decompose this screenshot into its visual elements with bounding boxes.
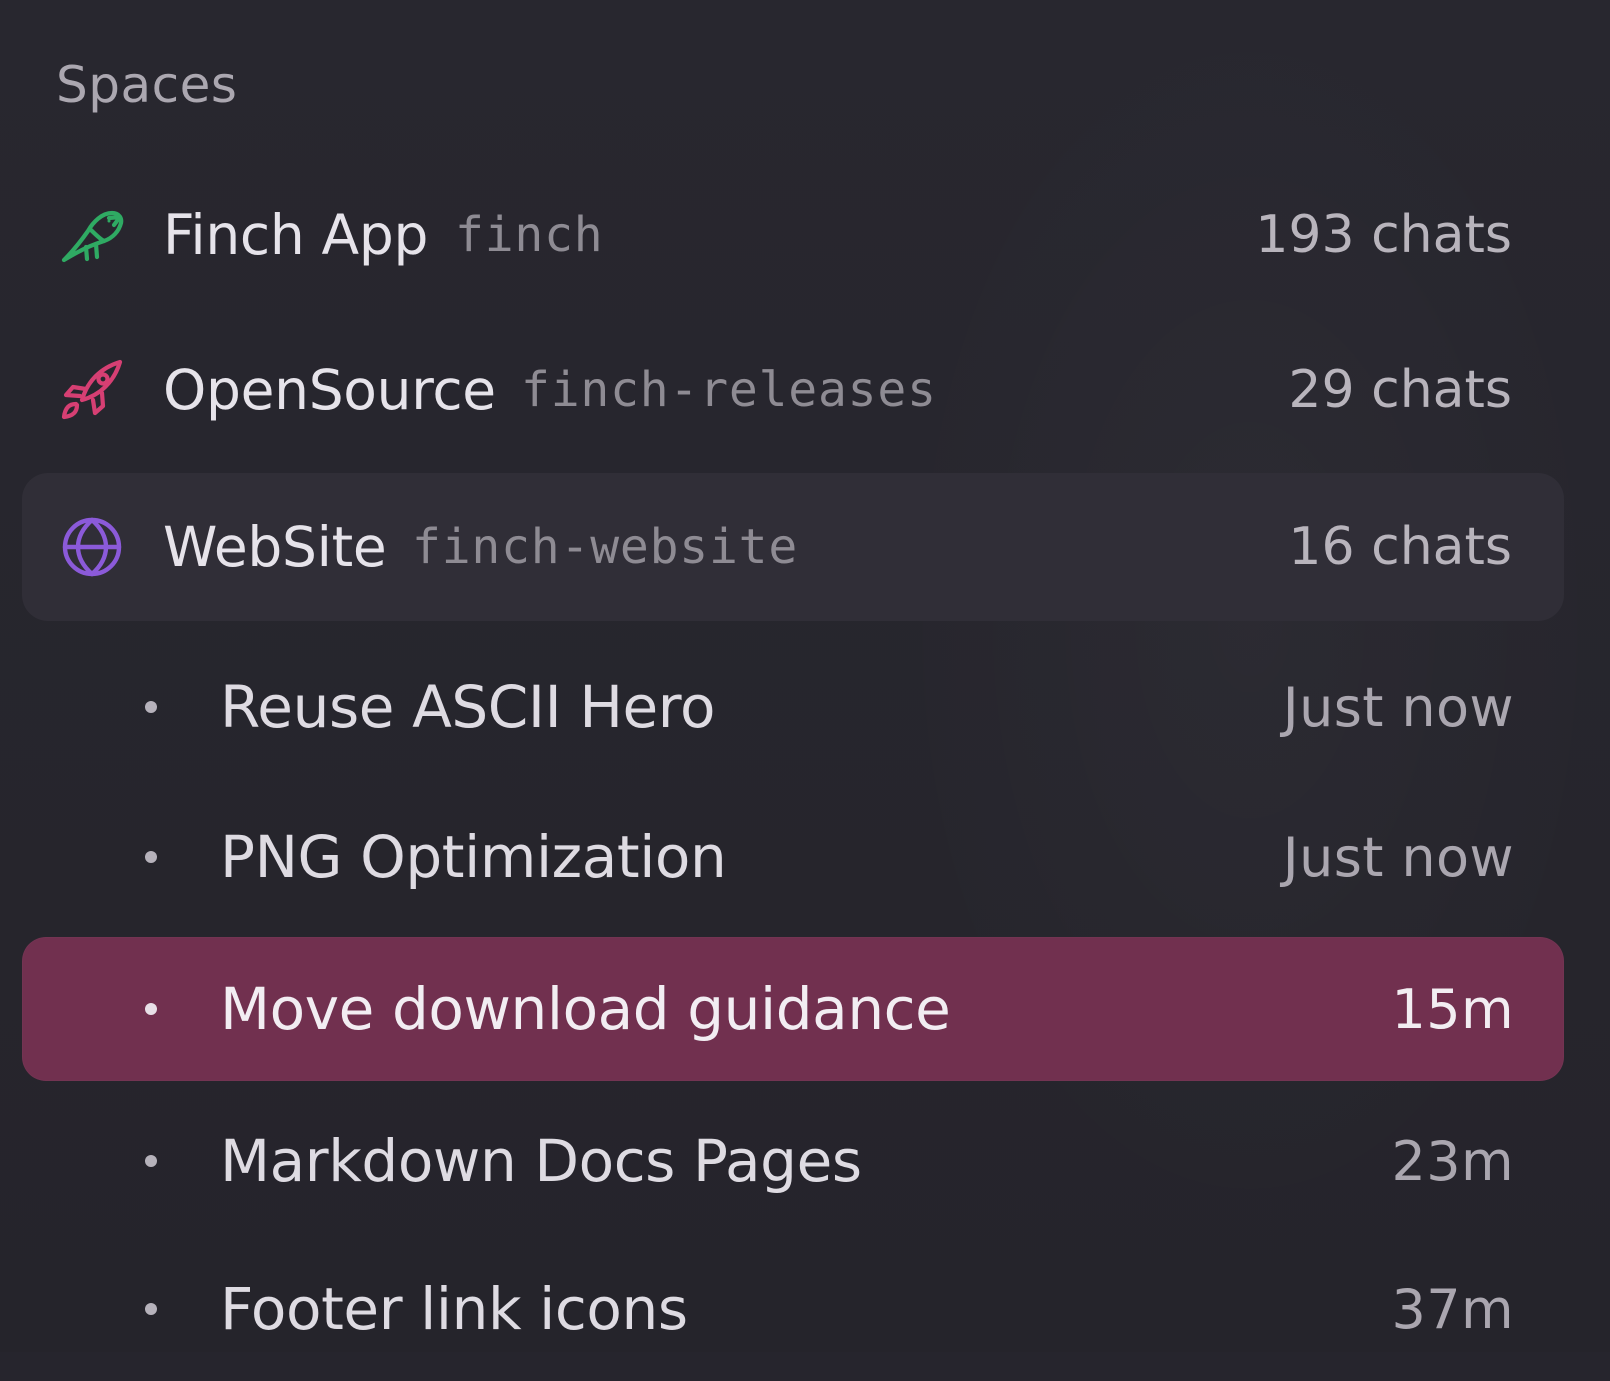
chat-item[interactable]: Reuse ASCII Hero Just now [22, 635, 1564, 779]
chat-time: 23m [1391, 1129, 1514, 1193]
bullet-icon [145, 851, 157, 863]
space-slug: finch-releases [521, 362, 937, 418]
bullet-icon [145, 1155, 157, 1167]
chat-item[interactable]: Footer link icons 37m [22, 1237, 1564, 1381]
bullet-icon [145, 701, 157, 713]
chat-title: Markdown Docs Pages [220, 1127, 862, 1195]
space-item-finch-app[interactable]: Finch App finch 193 chats [22, 161, 1564, 309]
chat-title: PNG Optimization [220, 823, 727, 891]
chat-time: 15m [1391, 977, 1514, 1041]
chat-time: Just now [1282, 675, 1514, 739]
space-slug: finch-website [412, 519, 799, 575]
space-name: Finch App [163, 203, 429, 267]
space-chat-count: 29 chats [1288, 360, 1512, 420]
spaces-heading: Spaces [56, 56, 238, 114]
space-chat-count: 193 chats [1255, 205, 1512, 265]
space-item-website[interactable]: WebSite finch-website 16 chats [22, 473, 1564, 621]
globe-icon [58, 513, 126, 581]
chat-item[interactable]: PNG Optimization Just now [22, 785, 1564, 929]
space-chat-count: 16 chats [1288, 517, 1512, 577]
chat-title: Footer link icons [220, 1275, 688, 1343]
chat-item-active[interactable]: Move download guidance 15m [22, 937, 1564, 1081]
space-item-opensource[interactable]: OpenSource finch-releases 29 chats [22, 316, 1564, 464]
chat-time: Just now [1282, 825, 1514, 889]
spaces-sidebar: Spaces Finch App finch 193 chats OpenSou… [0, 0, 1610, 1352]
rocket-icon [58, 356, 126, 424]
chat-time: 37m [1391, 1277, 1514, 1341]
bullet-icon [145, 1003, 157, 1015]
chat-title: Reuse ASCII Hero [220, 673, 716, 741]
space-name: OpenSource [163, 358, 496, 422]
chat-item[interactable]: Markdown Docs Pages 23m [22, 1089, 1564, 1233]
chat-title: Move download guidance [220, 975, 951, 1043]
space-slug: finch [455, 207, 604, 263]
bird-icon [58, 201, 126, 269]
space-name: WebSite [163, 515, 387, 579]
bullet-icon [145, 1303, 157, 1315]
